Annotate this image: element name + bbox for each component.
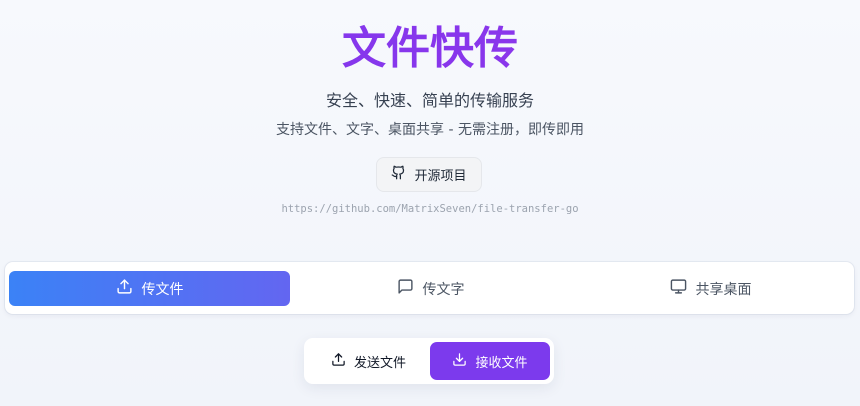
tab-send-file[interactable]: 传文件 <box>9 271 290 306</box>
download-icon <box>452 352 467 371</box>
message-icon <box>397 278 414 299</box>
page-title: 文件快传 <box>0 20 860 78</box>
repo-url: https://github.com/MatrixSeven/file-tran… <box>281 203 579 215</box>
github-icon <box>391 165 406 184</box>
tab-send-file-label: 传文件 <box>141 281 184 298</box>
mode-switch: 发送文件 接收文件 <box>304 338 554 384</box>
send-file-label: 发送文件 <box>353 355 406 371</box>
open-source-button[interactable]: 开源项目 <box>376 157 482 192</box>
monitor-icon <box>670 278 687 299</box>
tab-share-desktop-label: 共享桌面 <box>695 281 752 298</box>
receive-file-button[interactable]: 接收文件 <box>430 342 550 380</box>
receive-file-label: 接收文件 <box>475 355 528 371</box>
upload-icon <box>116 278 133 299</box>
upload-icon <box>331 352 346 371</box>
tab-send-text[interactable]: 传文字 <box>290 271 571 306</box>
tab-bar: 传文件 传文字 共享桌面 <box>5 262 854 314</box>
tab-send-text-label: 传文字 <box>422 281 465 298</box>
send-file-button[interactable]: 发送文件 <box>308 342 429 380</box>
tab-share-desktop[interactable]: 共享桌面 <box>571 271 850 306</box>
page-description: 支持文件、文字、桌面共享 - 无需注册，即传即用 <box>276 122 584 138</box>
page-subtitle: 安全、快速、简单的传输服务 <box>325 91 534 110</box>
open-source-label: 开源项目 <box>414 169 467 184</box>
